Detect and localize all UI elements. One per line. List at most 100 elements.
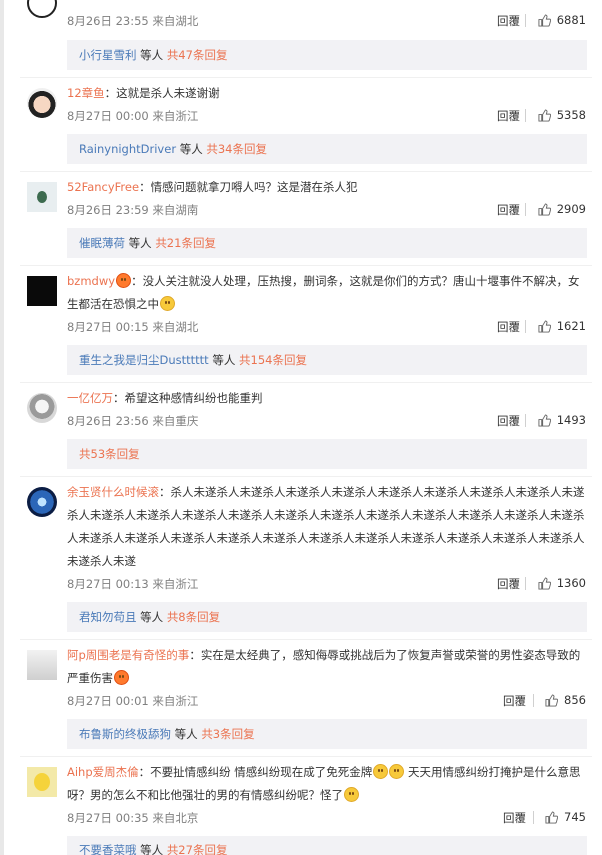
like-count: 856 bbox=[564, 693, 586, 707]
divider bbox=[20, 639, 592, 640]
comment-location: 来自重庆 bbox=[152, 414, 199, 428]
sub-reply-count[interactable]: 共34条回复 bbox=[206, 142, 267, 156]
comment-time: 8月27日 00:35 bbox=[67, 811, 149, 825]
reply-button[interactable]: 回覆 bbox=[497, 13, 520, 29]
like-button[interactable]: 856 bbox=[545, 693, 586, 707]
sub-reply-mid: 等人 bbox=[128, 236, 152, 250]
like-button[interactable]: 1493 bbox=[538, 413, 586, 427]
divider bbox=[525, 14, 526, 27]
reply-button[interactable]: 回覆 bbox=[503, 810, 526, 826]
sub-replies[interactable]: RainynightDriver 等人 共34条回复 bbox=[67, 134, 587, 164]
smile-emoji-icon bbox=[344, 787, 359, 802]
sub-reply-count[interactable]: 共8条回复 bbox=[167, 610, 220, 624]
sub-reply-user[interactable]: RainynightDriver bbox=[79, 142, 176, 156]
sub-reply-user[interactable]: 布鲁斯的终极舔狗 bbox=[79, 727, 171, 741]
sub-reply-user[interactable]: 重生之我是归尘Dustttttt bbox=[79, 353, 209, 367]
like-count: 1493 bbox=[556, 413, 586, 427]
comment-location: 来自湖北 bbox=[152, 320, 199, 334]
divider bbox=[525, 577, 526, 590]
smile-emoji-icon bbox=[160, 296, 175, 311]
left-border bbox=[0, 0, 4, 855]
like-button[interactable]: 1621 bbox=[538, 319, 586, 333]
avatar[interactable] bbox=[27, 276, 57, 306]
sub-reply-count[interactable]: 共154条回复 bbox=[239, 353, 307, 367]
comment-location: 来自湖南 bbox=[152, 203, 199, 217]
sub-reply-count[interactable]: 共53条回复 bbox=[79, 447, 140, 461]
thumbs-up-icon bbox=[538, 413, 551, 427]
comment-time: 8月26日 23:55 bbox=[67, 14, 149, 28]
like-button[interactable]: 5358 bbox=[538, 108, 586, 122]
reply-button[interactable]: 回覆 bbox=[497, 576, 520, 592]
divider bbox=[533, 811, 534, 824]
thumbs-up-icon bbox=[545, 810, 559, 824]
divider bbox=[20, 265, 592, 266]
like-button[interactable]: 745 bbox=[545, 810, 586, 824]
like-count: 745 bbox=[564, 810, 586, 824]
reply-button[interactable]: 回覆 bbox=[497, 413, 520, 429]
comment-text: 不要扯情感纠纷 情感纠纷现在成了免死金牌 bbox=[150, 765, 373, 779]
avatar[interactable] bbox=[27, 393, 57, 423]
like-button[interactable]: 2909 bbox=[538, 202, 586, 216]
comment-location: 来自浙江 bbox=[152, 694, 199, 708]
comment-username[interactable]: 余玉贤什么时候滚 bbox=[67, 485, 159, 499]
reply-button[interactable]: 回覆 bbox=[497, 202, 520, 218]
sub-replies[interactable]: 重生之我是归尘Dustttttt 等人 共154条回复 bbox=[67, 345, 587, 375]
divider bbox=[525, 109, 526, 122]
comment-time: 8月26日 23:59 bbox=[67, 203, 149, 217]
comment-username[interactable]: bzmdwy bbox=[67, 274, 115, 288]
comment-location: 来自湖北 bbox=[152, 14, 199, 28]
sub-reply-mid: 等人 bbox=[179, 142, 203, 156]
sub-replies[interactable]: 小行星雪利 等人 共47条回复 bbox=[67, 40, 587, 70]
thumbs-up-icon bbox=[538, 319, 551, 333]
divider bbox=[533, 694, 534, 707]
comment-text: 希望这种感情纠纷也能重判 bbox=[124, 391, 263, 405]
like-button[interactable]: 6881 bbox=[538, 13, 586, 27]
sub-reply-user[interactable]: 不要香菜哦 bbox=[79, 843, 137, 855]
divider bbox=[20, 77, 592, 78]
avatar[interactable] bbox=[27, 0, 57, 18]
comment-username[interactable]: 阿p周围老是有奇怪的事 bbox=[67, 648, 189, 662]
divider bbox=[20, 382, 592, 383]
sub-reply-mid: 等人 bbox=[174, 727, 198, 741]
divider bbox=[525, 203, 526, 216]
thumbs-up-icon bbox=[538, 576, 551, 590]
divider bbox=[20, 476, 592, 477]
comment-username[interactable]: Aihp爱周杰倫 bbox=[67, 765, 139, 779]
comment-location: 来自北京 bbox=[152, 811, 199, 825]
like-count: 1621 bbox=[556, 319, 586, 333]
sub-reply-mid: 等人 bbox=[140, 48, 164, 62]
comment-time: 8月27日 00:01 bbox=[67, 694, 149, 708]
sub-reply-user[interactable]: 催眠薄荷 bbox=[79, 236, 125, 250]
sub-replies[interactable]: 共53条回复 bbox=[67, 439, 587, 469]
reply-button[interactable]: 回覆 bbox=[503, 693, 526, 709]
sub-replies[interactable]: 君知勿苟且 等人 共8条回复 bbox=[67, 602, 587, 632]
avatar[interactable] bbox=[27, 88, 57, 118]
sub-replies[interactable]: 催眠薄荷 等人 共21条回复 bbox=[67, 228, 587, 258]
sub-reply-count[interactable]: 共27条回复 bbox=[167, 843, 228, 855]
comment-username[interactable]: 一亿亿万 bbox=[67, 391, 113, 405]
vip-badge-icon bbox=[116, 273, 132, 288]
comment-location: 来自浙江 bbox=[152, 109, 199, 123]
sub-reply-count[interactable]: 共47条回复 bbox=[167, 48, 228, 62]
avatar[interactable] bbox=[27, 182, 57, 212]
comment-time: 8月27日 00:13 bbox=[67, 577, 149, 591]
comment-location: 来自浙江 bbox=[152, 577, 199, 591]
sub-replies[interactable]: 布鲁斯的终极舔狗 等人 共3条回复 bbox=[67, 719, 587, 749]
sub-reply-count[interactable]: 共3条回复 bbox=[201, 727, 254, 741]
reply-button[interactable]: 回覆 bbox=[497, 319, 520, 335]
avatar[interactable] bbox=[27, 767, 57, 797]
sub-reply-user[interactable]: 小行星雪利 bbox=[79, 48, 137, 62]
comment-username[interactable]: 12章鱼 bbox=[67, 86, 105, 100]
comment-username[interactable]: 52FancyFree bbox=[67, 180, 139, 194]
like-count: 1360 bbox=[556, 576, 586, 590]
angry-emoji-icon bbox=[114, 670, 129, 685]
sub-reply-user[interactable]: 君知勿苟且 bbox=[79, 610, 137, 624]
comment-text: 这就是杀人未遂谢谢 bbox=[116, 86, 220, 100]
like-button[interactable]: 1360 bbox=[538, 576, 586, 590]
avatar[interactable] bbox=[27, 487, 57, 517]
avatar[interactable] bbox=[27, 650, 57, 680]
sub-replies[interactable]: 不要香菜哦 等人 共27条回复 bbox=[67, 836, 587, 855]
reply-button[interactable]: 回覆 bbox=[497, 108, 520, 124]
like-count: 5358 bbox=[556, 108, 586, 122]
sub-reply-count[interactable]: 共21条回复 bbox=[155, 236, 216, 250]
